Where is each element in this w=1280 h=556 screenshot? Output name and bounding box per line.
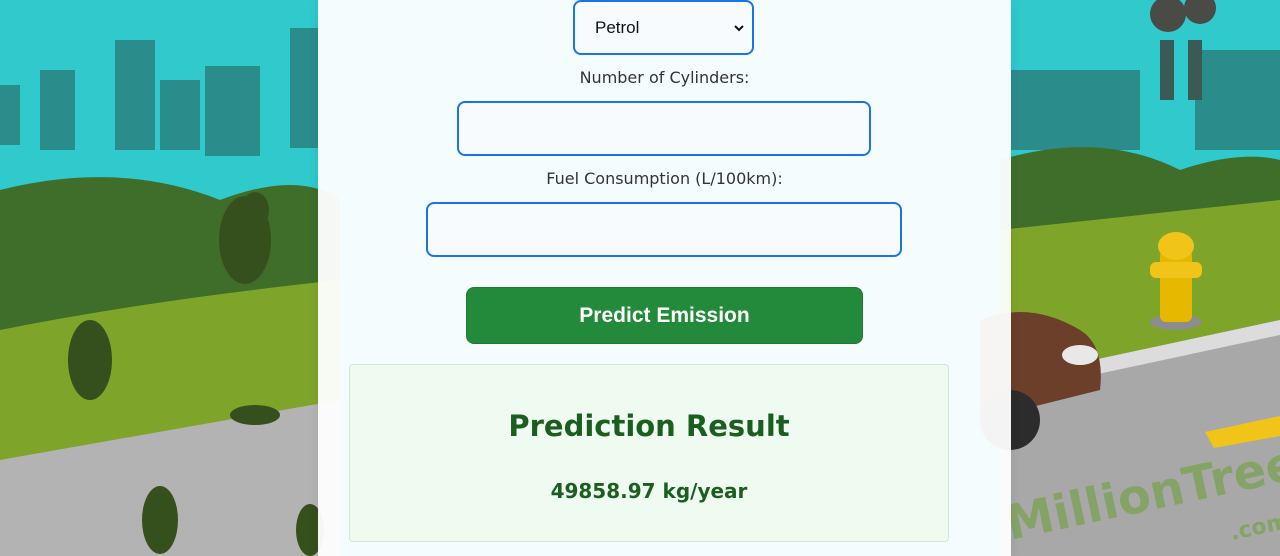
result-title: Prediction Result (508, 409, 790, 443)
cylinders-input[interactable] (457, 101, 871, 156)
fuel-type-selected: Petrol (595, 17, 640, 37)
predict-emission-button[interactable]: Predict Emission (466, 287, 863, 344)
form-panel: Petrol Number of Cylinders: Fuel Consump… (318, 0, 1011, 556)
cylinders-label: Number of Cylinders: (579, 68, 750, 87)
chevron-down-icon (734, 24, 744, 31)
fuel-consumption-input[interactable] (426, 202, 902, 257)
result-value: 49858.97 kg/year (550, 479, 748, 503)
fuel-consumption-label: Fuel Consumption (L/100km): (546, 169, 783, 188)
prediction-result-card: Prediction Result 49858.97 kg/year (349, 364, 949, 542)
fuel-type-select[interactable]: Petrol (573, 0, 754, 55)
